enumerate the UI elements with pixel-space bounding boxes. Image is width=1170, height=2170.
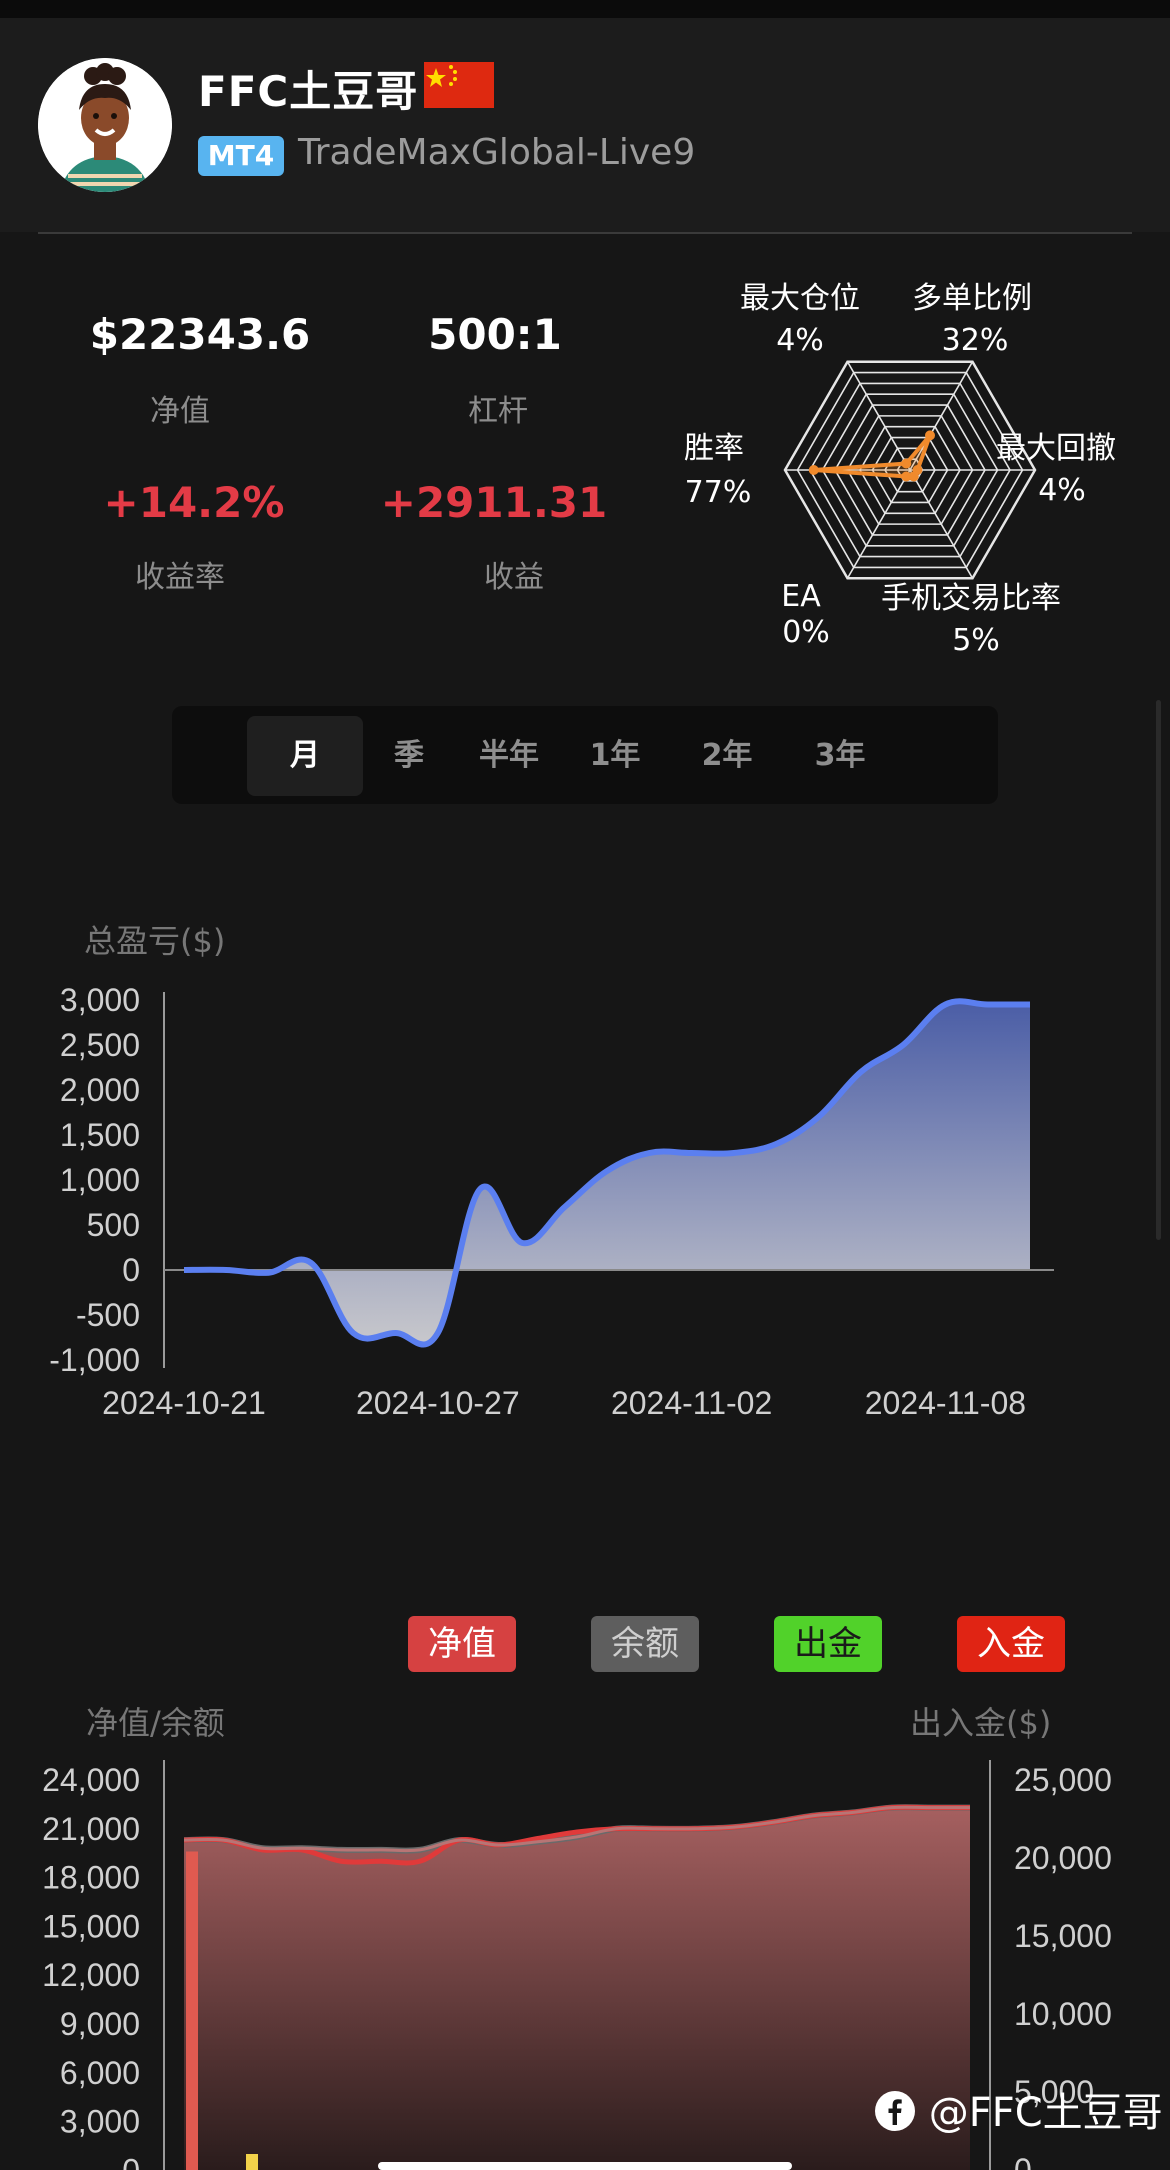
left-tick-label: 3,000 — [60, 2104, 140, 2140]
y-tick-label: -500 — [76, 1297, 140, 1333]
tab-1-year[interactable]: 1年 — [577, 716, 653, 796]
watermark-text: @FFC土豆哥 — [928, 2090, 1163, 2136]
y-tick-label: -1,000 — [49, 1342, 140, 1378]
header-divider — [38, 232, 1132, 234]
radar-label-max-position: 最大仓位 — [740, 281, 860, 316]
x-tick-label: 2024-10-27 — [356, 1385, 520, 1421]
radar-value-max-position: 4% — [776, 323, 824, 358]
status-bar — [0, 0, 1170, 18]
x-tick-label: 2024-11-02 — [611, 1385, 772, 1421]
profit-value: +2911.31 — [380, 478, 608, 527]
legend-equity-button[interactable]: 净值 — [408, 1616, 516, 1672]
china-flag-icon — [424, 62, 494, 108]
leverage-value: 500:1 — [428, 310, 562, 359]
left-tick-label: 18,000 — [42, 1860, 140, 1896]
radar-value-long-ratio: 32% — [942, 323, 1009, 358]
avatar[interactable] — [38, 58, 172, 192]
deposit-bar — [186, 1851, 198, 2170]
right-tick-label: 10,000 — [1014, 1996, 1112, 2032]
radar-label-max-drawdown: 最大回撤 — [996, 431, 1116, 466]
right-tick-label: 20,000 — [1014, 1840, 1112, 1876]
watermark: @FFC土豆哥 — [874, 2080, 1163, 2138]
radar-value-win-rate: 77% — [685, 475, 752, 510]
bottom-handle — [378, 2162, 792, 2170]
radar-value-max-drawdown: 4% — [1038, 473, 1086, 508]
equity-value: $22343.6 — [89, 310, 311, 359]
equity-balance-axis-title: 净值/余额 — [86, 1704, 225, 1742]
left-tick-label: 0 — [122, 2152, 140, 2170]
left-tick-label: 15,000 — [42, 1908, 140, 1944]
platform-badge: MT4 — [198, 136, 284, 176]
legend-balance-button[interactable]: 余额 — [591, 1616, 699, 1672]
radar-point — [925, 430, 935, 441]
left-tick-label: 24,000 — [42, 1762, 140, 1798]
radar-point — [901, 471, 912, 482]
pnl-chart: 3,000 2,500 2,000 1,500 1,000 500 0 -500 -1,000 2… — [49, 982, 1054, 1421]
y-tick-label: 0 — [122, 1252, 140, 1288]
radar-value-ea: 0% — [782, 615, 830, 650]
x-tick-label: 2024-11-08 — [865, 1385, 1026, 1421]
tab-2-year[interactable]: 2年 — [687, 716, 767, 796]
y-tick-label: 2,000 — [60, 1072, 140, 1108]
radar-label-ea: EA — [781, 579, 821, 614]
radar-point — [901, 458, 912, 469]
profile-header — [0, 18, 1170, 232]
x-tick-label: 2024-10-21 — [102, 1385, 266, 1421]
tab-month[interactable]: 月 — [247, 716, 363, 796]
left-tick-label: 12,000 — [42, 1957, 140, 1993]
y-tick-label: 3,000 — [60, 982, 140, 1018]
radar-label-mobile-ratio: 手机交易比率 — [881, 581, 1061, 616]
right-tick-label: 25,000 — [1014, 1762, 1112, 1798]
deposit-axis-title: 出入金($) — [910, 1704, 1052, 1742]
radar-chart: 最大仓位 4% 多单比例 32% 最大回撤 4% 手机交易比率 5% EA 0%… — [684, 281, 1116, 658]
legend-deposit-button[interactable]: 入金 — [957, 1616, 1065, 1672]
pnl-chart-title: 总盈亏($) — [84, 922, 226, 960]
y-tick-label: 1,500 — [60, 1117, 140, 1153]
profile-name: FFC土豆哥 — [198, 67, 419, 116]
withdrawal-bar — [246, 2154, 258, 2170]
right-tick-label: 15,000 — [1014, 1918, 1112, 1954]
profit-label: 收益 — [484, 560, 544, 595]
return-rate-label: 收益率 — [135, 560, 225, 595]
period-tabs: 月 季 半年 1年 2年 3年 — [172, 706, 998, 804]
y-tick-label: 500 — [87, 1207, 140, 1243]
radar-point — [808, 465, 819, 475]
balance-area — [184, 1807, 970, 2170]
left-tick-label: 9,000 — [60, 2006, 140, 2042]
left-tick-label: 6,000 — [60, 2055, 140, 2091]
avatar-illustration — [38, 58, 172, 192]
tab-half-year[interactable]: 半年 — [464, 716, 554, 796]
legend-withdrawal-button[interactable]: 出金 — [774, 1616, 882, 1672]
facebook-icon — [875, 2091, 915, 2131]
tab-quarter[interactable]: 季 — [377, 716, 441, 796]
left-tick-label: 21,000 — [42, 1811, 140, 1847]
tab-3-year[interactable]: 3年 — [800, 716, 880, 796]
equity-label: 净值 — [150, 394, 210, 429]
radar-label-win-rate: 胜率 — [684, 431, 744, 466]
leverage-label: 杠杆 — [468, 394, 528, 429]
y-tick-label: 2,500 — [60, 1027, 140, 1063]
scrollbar[interactable] — [1156, 700, 1161, 1240]
right-tick-label: 0 — [1014, 2152, 1032, 2170]
server-name: TradeMaxGlobal-Live9 — [298, 132, 696, 173]
radar-value-mobile-ratio: 5% — [952, 623, 1000, 658]
y-tick-label: 1,000 — [60, 1162, 140, 1198]
radar-label-long-ratio: 多单比例 — [912, 281, 1032, 316]
return-rate-value: +14.2% — [103, 478, 285, 527]
